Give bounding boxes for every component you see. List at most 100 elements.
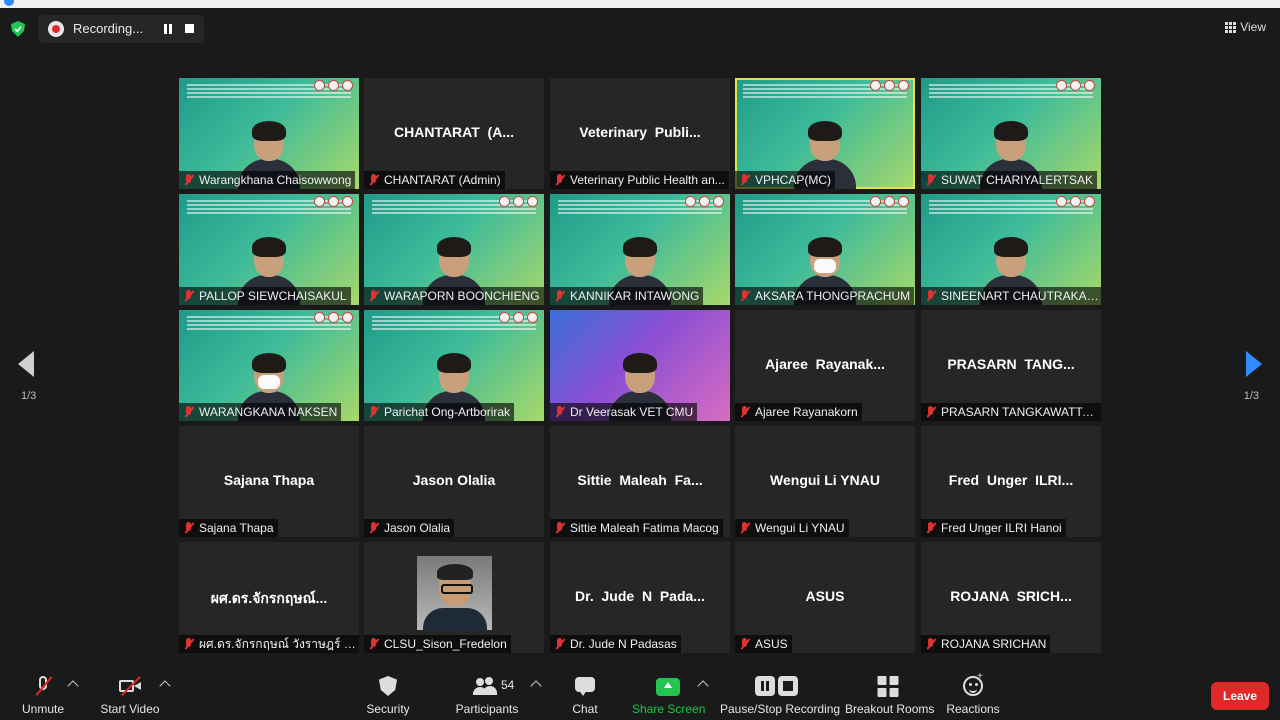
muted-mic-icon	[182, 405, 196, 419]
muted-mic-icon	[553, 521, 567, 535]
participant-tile[interactable]: ผศ.ดร.จักรกฤษณ์... ผศ.ดร.จักรกฤษณ์ วังราษ…	[179, 542, 359, 653]
participant-name-tag: WARAPORN BOONCHIENG	[364, 287, 544, 305]
participant-tile[interactable]: Wengui Li YNAU Wengui Li YNAU	[735, 426, 915, 537]
participant-name-tag: Jason Olalia	[364, 519, 455, 537]
pause-stop-recording-label: Pause/Stop Recording	[720, 702, 841, 716]
participant-tile[interactable]: VPHCAP(MC)	[735, 78, 915, 189]
participant-name-tag: Sajana Thapa	[179, 519, 278, 537]
banner-logos-icon	[314, 196, 353, 207]
participant-name-tag: Ajaree Rayanakorn	[735, 403, 862, 421]
participant-tile[interactable]: Ajaree Rayanak... Ajaree Rayanakorn	[735, 310, 915, 421]
start-video-label: Start Video	[100, 702, 160, 716]
participants-button[interactable]: 54 Participants	[455, 668, 519, 720]
participant-name: WARAPORN BOONCHIENG	[384, 289, 540, 303]
participant-tile[interactable]: PRASARN TANG... PRASARN TANGKAWATTANA	[921, 310, 1101, 421]
muted-mic-icon	[738, 405, 752, 419]
participant-tile[interactable]: ROJANA SRICH... ROJANA SRICHAN	[921, 542, 1101, 653]
meeting-toolbar: Unmute Start Video Security 54 Participa…	[0, 668, 1280, 720]
banner-logos-icon	[314, 80, 353, 91]
recording-label: Recording...	[73, 21, 144, 36]
participant-name-tag: CLSU_Sison_Fredelon	[364, 635, 511, 653]
share-screen-button[interactable]: Share Screen	[632, 668, 705, 720]
banner-logos-icon	[685, 196, 724, 207]
participant-name: ASUS	[755, 637, 788, 651]
participant-name-tag: VPHCAP(MC)	[735, 171, 836, 189]
encryption-shield-icon[interactable]	[11, 21, 25, 37]
participant-display-name: Dr. Jude N Pada...	[575, 588, 705, 604]
participant-name: SUWAT CHARIYALERTSAK	[941, 173, 1094, 187]
muted-mic-icon	[367, 289, 381, 303]
participant-name: Fred Unger ILRI Hanoi	[941, 521, 1062, 535]
participant-tile[interactable]: CHANTARAT (A... CHANTARAT (Admin)	[364, 78, 544, 189]
muted-mic-icon	[924, 405, 938, 419]
participant-name-tag: Sittie Maleah Fatima Macog	[550, 519, 723, 537]
muted-mic-icon	[367, 521, 381, 535]
participant-tile[interactable]: AKSARA THONGPRACHUM	[735, 194, 915, 305]
previous-page-arrow-icon[interactable]	[18, 351, 34, 377]
security-button[interactable]: Security	[360, 668, 416, 720]
participant-tile[interactable]: Sittie Maleah Fa... Sittie Maleah Fatima …	[550, 426, 730, 537]
app-dot-icon	[4, 0, 14, 6]
participant-tile[interactable]: ASUS ASUS	[735, 542, 915, 653]
participant-display-name: Sittie Maleah Fa...	[577, 472, 703, 488]
muted-mic-icon	[738, 521, 752, 535]
participant-name: CLSU_Sison_Fredelon	[384, 637, 507, 651]
grid-view-icon	[1225, 21, 1237, 33]
unmute-label: Unmute	[21, 702, 65, 716]
start-video-button[interactable]: Start Video	[98, 668, 162, 720]
shield-icon	[379, 676, 397, 696]
participant-tile[interactable]: Dr Veerasak VET CMU	[550, 310, 730, 421]
muted-mic-icon	[367, 405, 381, 419]
participant-name-tag: ROJANA SRICHAN	[921, 635, 1051, 653]
participant-tile[interactable]: Veterinary Publi... Veterinary Public Hea…	[550, 78, 730, 189]
pause-stop-recording-button[interactable]: Pause/Stop Recording	[720, 668, 841, 720]
participant-tile[interactable]: Sajana Thapa Sajana Thapa	[179, 426, 359, 537]
participant-tile[interactable]: WARAPORN BOONCHIENG	[364, 194, 544, 305]
muted-mic-icon	[738, 637, 752, 651]
breakout-rooms-button[interactable]: Breakout Rooms	[845, 668, 934, 720]
pause-recording-icon[interactable]	[163, 24, 173, 34]
unmute-button[interactable]: Unmute	[14, 668, 72, 720]
participant-tile[interactable]: Parichat Ong-Artborirak	[364, 310, 544, 421]
participant-name-tag: KANNIKAR INTAWONG	[550, 287, 704, 305]
participant-name-tag: Parichat Ong-Artborirak	[364, 403, 515, 421]
participant-tile[interactable]: Warangkhana Chaisowwong	[179, 78, 359, 189]
participant-name: Parichat Ong-Artborirak	[384, 405, 511, 419]
participant-name: Veterinary Public Health an...	[570, 173, 725, 187]
video-off-camera-icon	[119, 676, 141, 696]
stop-recording-icon[interactable]	[185, 24, 194, 33]
participant-name: Sittie Maleah Fatima Macog	[570, 521, 719, 535]
reactions-button[interactable]: + Reactions	[946, 668, 1000, 720]
participant-tile[interactable]: Dr. Jude N Pada... Dr. Jude N Padasas	[550, 542, 730, 653]
participant-name: WARANGKANA NAKSEN	[199, 405, 338, 419]
participant-tile[interactable]: KANNIKAR INTAWONG	[550, 194, 730, 305]
banner-logos-icon	[1056, 196, 1095, 207]
banner-logos-icon	[1056, 80, 1095, 91]
muted-microphone-icon	[32, 676, 54, 696]
participant-name-tag: Wengui Li YNAU	[735, 519, 849, 537]
participant-tile[interactable]: SUWAT CHARIYALERTSAK	[921, 78, 1101, 189]
participants-options-chevron-icon[interactable]	[530, 680, 542, 692]
participant-tile[interactable]: WARANGKANA NAKSEN	[179, 310, 359, 421]
participant-display-name: PRASARN TANG...	[947, 356, 1075, 372]
participant-tile[interactable]: PALLOP SIEWCHAISAKUL	[179, 194, 359, 305]
leave-button[interactable]: Leave	[1211, 682, 1269, 710]
participant-name: Sajana Thapa	[199, 521, 274, 535]
participant-name: Ajaree Rayanakorn	[755, 405, 858, 419]
muted-mic-icon	[924, 173, 938, 187]
next-page-arrow-icon[interactable]	[1246, 351, 1262, 377]
participant-tile[interactable]: CLSU_Sison_Fredelon	[364, 542, 544, 653]
recording-cloud-icon	[48, 21, 64, 37]
chat-button[interactable]: Chat	[565, 668, 605, 720]
muted-mic-icon	[738, 289, 752, 303]
participant-tile[interactable]: Jason Olalia Jason Olalia	[364, 426, 544, 537]
page-indicator-right: 1/3	[1243, 390, 1259, 402]
participant-name-tag: CHANTARAT (Admin)	[364, 171, 505, 189]
participant-name: PRASARN TANGKAWATTANA	[941, 405, 1099, 419]
view-button[interactable]: View	[1225, 20, 1266, 34]
banner-logos-icon	[870, 80, 909, 91]
participant-tile[interactable]: SINEENART CHAUTRAKARN	[921, 194, 1101, 305]
participant-tile[interactable]: Fred Unger ILRI... Fred Unger ILRI Hanoi	[921, 426, 1101, 537]
page-indicator-left: 1/3	[21, 390, 37, 402]
participant-name-tag: ASUS	[735, 635, 792, 653]
